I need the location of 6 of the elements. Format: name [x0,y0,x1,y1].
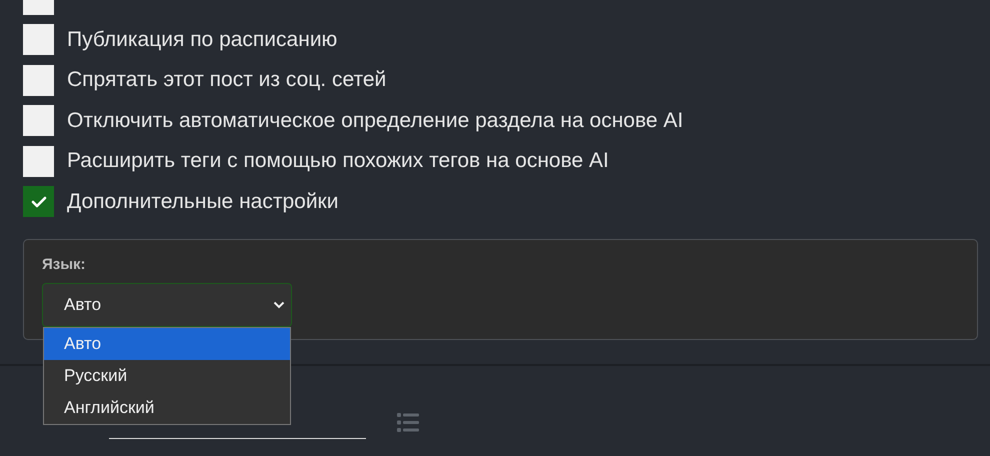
checkbox-label: Расширить теги с помощью похожих тегов на основе AI [67,149,609,174]
checkbox-label: Спрятать этот пост из соц. сетей [67,68,386,92]
field-label: Язык: [42,256,86,273]
checkbox-label: Отключить автоматическое определение раздела на основе AI [67,108,684,133]
checkbox-label: Публикация по расписанию [67,28,338,52]
checkbox-label: Дополнительные настройки [67,190,338,214]
